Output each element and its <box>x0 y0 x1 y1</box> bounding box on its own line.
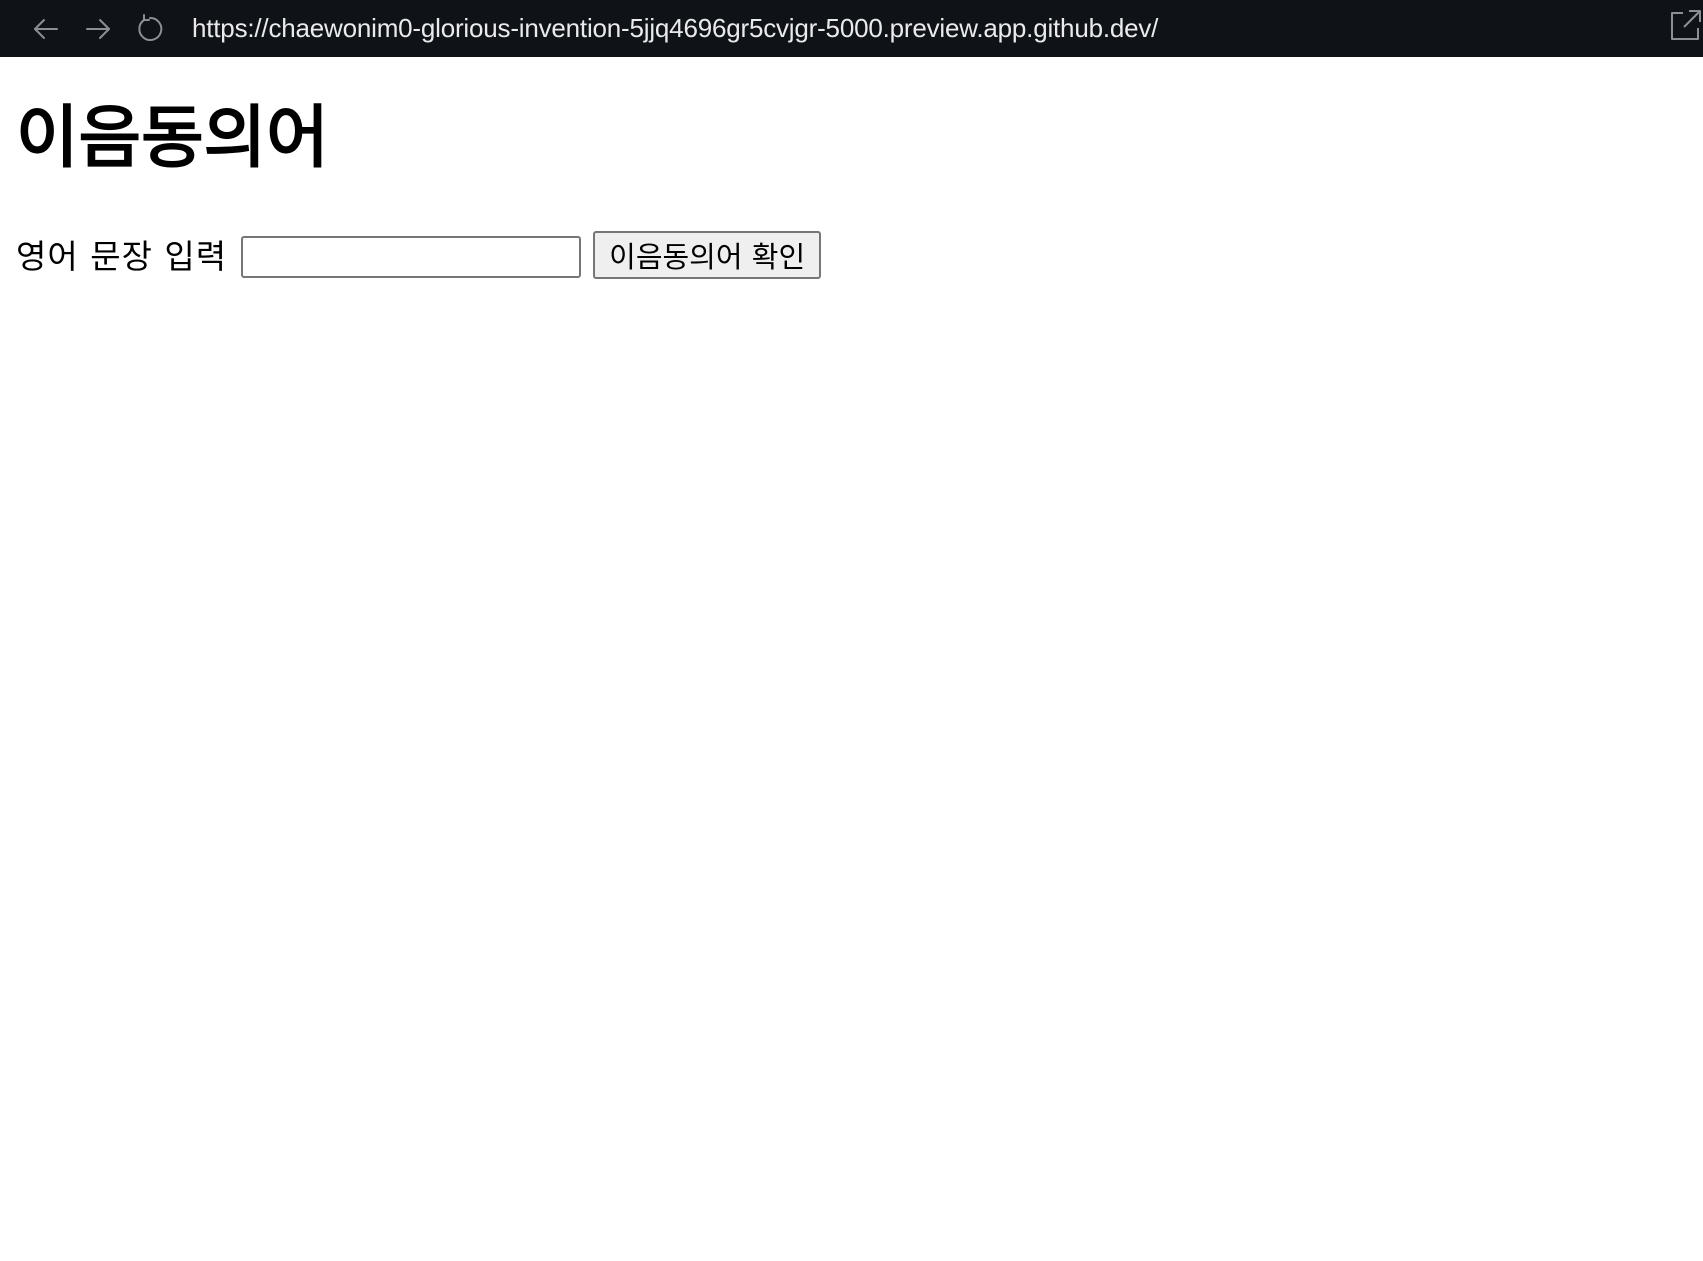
page-content: 이음동의어 영어 문장 입력 이음동의어 확인 <box>16 57 1703 1261</box>
sentence-input-label: 영어 문장 입력 <box>16 237 228 276</box>
sentence-input[interactable] <box>241 236 582 278</box>
browser-toolbar: https://chaewonim0-glorious-invention-5j… <box>0 0 1703 57</box>
sentence-form: 영어 문장 입력 이음동의어 확인 <box>16 229 822 279</box>
arrow-right-icon[interactable] <box>78 9 118 49</box>
open-external-icon[interactable] <box>1667 8 1703 44</box>
reload-icon[interactable] <box>130 9 170 49</box>
arrow-left-icon[interactable] <box>26 9 66 49</box>
address-bar-url[interactable]: https://chaewonim0-glorious-invention-5j… <box>192 13 1158 44</box>
page-title: 이음동의어 <box>16 99 329 178</box>
check-synonyms-button[interactable]: 이음동의어 확인 <box>593 231 822 279</box>
